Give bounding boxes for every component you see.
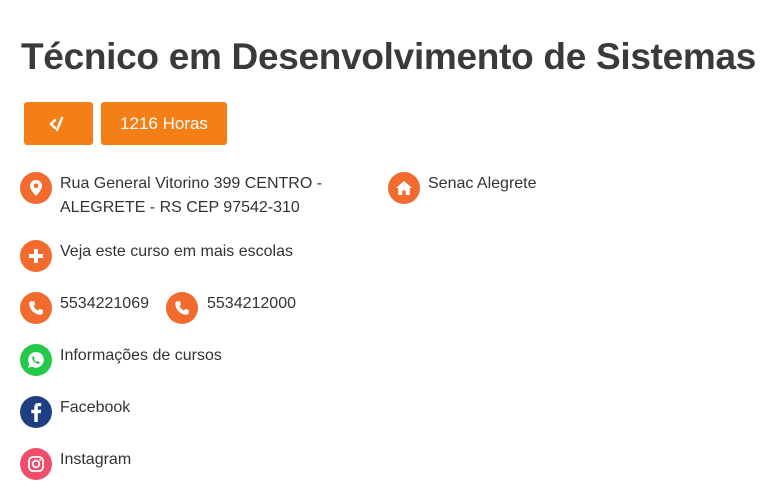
whatsapp-icon[interactable] — [20, 344, 52, 376]
phone-icon[interactable] — [20, 292, 52, 324]
address-line-1: Rua General Vitorino 399 CENTRO - — [60, 175, 323, 192]
phone-icon[interactable] — [166, 292, 198, 324]
facebook-link[interactable]: Facebook — [60, 396, 130, 420]
whatsapp-link[interactable]: Informações de cursos — [60, 344, 222, 368]
course-title: Técnico em Desenvolvimento de Sistemas — [21, 36, 757, 77]
location-pin-icon — [20, 172, 52, 204]
school-address: Rua General Vitorino 399 CENTRO - ALEGRE… — [60, 172, 322, 220]
school-name-link[interactable]: Senac Alegrete — [428, 172, 537, 196]
course-area-badge — [24, 102, 93, 145]
more-schools-link[interactable]: Veja este curso em mais escolas — [60, 240, 293, 264]
instagram-link[interactable]: Instagram — [60, 448, 131, 472]
home-icon — [388, 172, 420, 204]
instagram-icon[interactable] — [20, 448, 52, 480]
code-icon — [49, 116, 69, 132]
plus-icon[interactable] — [20, 240, 52, 272]
facebook-icon[interactable] — [20, 396, 52, 428]
course-hours-badge: 1216 Horas — [101, 102, 227, 145]
phone-number-1[interactable]: 5534221069 — [60, 292, 149, 316]
address-line-2: ALEGRETE - RS CEP 97542-310 — [60, 199, 300, 216]
phone-number-2[interactable]: 5534212000 — [207, 292, 296, 316]
